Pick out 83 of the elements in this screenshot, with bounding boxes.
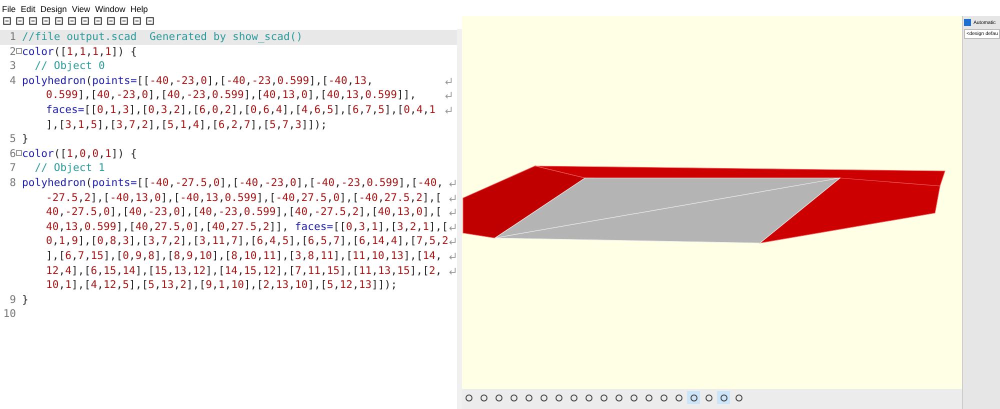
code-text: color([1,1,1,1]) { bbox=[22, 44, 137, 60]
checkbox[interactable] bbox=[964, 19, 972, 26]
line-number: 1 bbox=[10, 30, 16, 45]
view-icon bbox=[524, 392, 534, 402]
code-editor[interactable] bbox=[0, 29, 458, 409]
toolbar-icon[interactable] bbox=[106, 16, 116, 26]
code-text: polyhedron(points=[[-40,-23,0],[-40,-23,0.599],[-40,13, bbox=[22, 74, 373, 88]
view-icon bbox=[644, 392, 654, 402]
line-number: 8 bbox=[10, 176, 16, 191]
toolbar-icon[interactable] bbox=[67, 16, 77, 26]
toolbar-icon[interactable] bbox=[145, 16, 155, 26]
view-icon bbox=[614, 392, 624, 402]
wrap-icon bbox=[448, 208, 458, 218]
wrap-icon bbox=[444, 106, 454, 115]
toolbar-icon[interactable] bbox=[93, 16, 103, 26]
fold-icon[interactable] bbox=[16, 150, 22, 156]
code-text: ],[6,7,15],[0,9,8],[8,9,10],[8,10,11],[3,8,11],[11,10,13],[14, bbox=[46, 248, 442, 264]
code-text: 0,1,9],[0,8,3],[3,7,2],[3,11,7],[6,4,5],[6,5,7],[6,14,4],[7,5,2 bbox=[46, 234, 448, 249]
code-text: 40,13,0.599],[40,27.5,0],[40,27.5,2]], faces=[[0,3,1],[3,2,1],[ bbox=[46, 220, 448, 234]
view-icon bbox=[568, 392, 579, 402]
fold-icon[interactable] bbox=[16, 48, 22, 54]
view-icon bbox=[584, 392, 594, 402]
view-icon bbox=[734, 392, 744, 402]
line-number: 4 bbox=[10, 74, 16, 89]
wrap-icon bbox=[444, 91, 454, 100]
wrap-icon bbox=[448, 237, 458, 246]
code-text: faces=[[0,1,3],[0,3,2],[6,0,2],[0,6,4],[4,6,5],[6,7,5],[0,4,1 bbox=[46, 102, 436, 118]
wrap-icon bbox=[448, 194, 458, 203]
menu-item[interactable]: Help bbox=[130, 4, 148, 15]
line-number: 6 bbox=[10, 146, 16, 162]
view-icon bbox=[688, 392, 699, 402]
line-number: 9 bbox=[10, 292, 16, 308]
wrap-icon bbox=[448, 222, 458, 232]
menu-item[interactable]: Window bbox=[95, 4, 126, 15]
code-text: // Object 0 bbox=[34, 59, 105, 74]
code-text: //file output.scad Generated by show_scad() bbox=[22, 30, 303, 45]
line-number: 5 bbox=[10, 132, 16, 147]
code-text: } bbox=[22, 132, 28, 147]
view-icon bbox=[494, 392, 504, 402]
toolbar-icon[interactable] bbox=[41, 16, 51, 26]
view-icon bbox=[704, 392, 714, 402]
view-icon bbox=[598, 392, 609, 402]
toolbar-icon[interactable] bbox=[28, 16, 38, 26]
code-text: 12,4],[6,15,14],[15,13,12],[14,15,12],[7,11,15],[11,13,15],[2, bbox=[46, 264, 442, 278]
code-text: ],[3,1,5],[3,7,2],[5,1,4],[6,2,7],[5,7,3]]); bbox=[46, 118, 327, 132]
menu-item[interactable]: Edit bbox=[20, 4, 36, 15]
wrap-icon bbox=[444, 76, 454, 86]
code-text: } bbox=[22, 292, 28, 308]
toolbar-icon[interactable] bbox=[54, 16, 64, 26]
view-icon bbox=[674, 392, 684, 402]
view-icon bbox=[508, 392, 519, 402]
code-text: -27.5,2],[-40,13,0],[-40,13,0.599],[-40,27.5,0],[-40,27.5,2],[ bbox=[46, 190, 442, 206]
view-tool-button[interactable] bbox=[717, 391, 730, 404]
view-icon bbox=[464, 392, 474, 402]
menu-item[interactable]: File bbox=[2, 4, 16, 15]
line-number: 10 bbox=[3, 307, 16, 322]
view-icon bbox=[718, 392, 729, 402]
wrap-icon bbox=[448, 178, 458, 188]
code-text: 10,1],[4,12,5],[5,13,2],[9,1,10],[2,13,10],[5,12,13]]); bbox=[46, 278, 398, 293]
line-number: 7 bbox=[10, 161, 16, 176]
toolbar-icon[interactable] bbox=[15, 16, 25, 26]
3d-viewport[interactable] bbox=[462, 16, 962, 389]
toolbar-icon[interactable] bbox=[80, 16, 90, 26]
menu-item[interactable]: Design bbox=[40, 4, 67, 15]
code-text: 40,-27.5,0],[40,-23,0],[40,-23,0.599],[40,-27.5,2],[40,13,0],[ bbox=[46, 205, 442, 220]
line-number: 3 bbox=[10, 59, 16, 74]
view-icon bbox=[628, 392, 639, 402]
line-number: 2 bbox=[10, 44, 16, 60]
menu-item[interactable]: View bbox=[72, 4, 90, 15]
view-icon bbox=[538, 392, 549, 402]
view-tool-button[interactable] bbox=[687, 391, 700, 404]
view-icon bbox=[478, 392, 489, 402]
view-icon bbox=[554, 392, 564, 402]
code-text: color([1,0,0,1]) { bbox=[22, 146, 137, 162]
wrap-icon bbox=[448, 266, 458, 276]
code-text: 0.599],[40,-23,0],[40,-23,0.599],[40,13,0],[40,13,0.599]], bbox=[46, 88, 416, 103]
code-text: polyhedron(points=[[-40,-27.5,0],[-40,-23,0],[-40,-23,0.599],[-40, bbox=[22, 176, 444, 191]
code-text: // Object 1 bbox=[34, 161, 105, 176]
toolbar-icon[interactable] bbox=[132, 16, 142, 26]
toolbar-icon[interactable] bbox=[119, 16, 129, 26]
wrap-icon bbox=[448, 252, 458, 261]
toolbar-icon[interactable] bbox=[2, 16, 12, 26]
view-icon bbox=[658, 392, 669, 402]
